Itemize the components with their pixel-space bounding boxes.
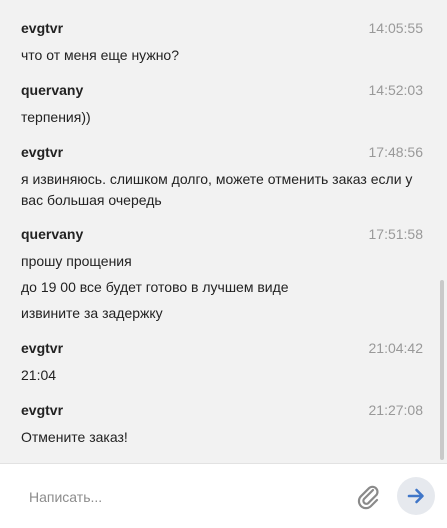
message-text: до 19 00 все будет готово в лучшем виде: [21, 279, 289, 295]
message-author: evgtvr: [21, 340, 64, 356]
message-author: evgtvr: [21, 20, 64, 36]
message-text: 21:04: [21, 367, 57, 383]
message-input[interactable]: [27, 486, 331, 508]
message-text: что от меня еще нужно?: [21, 47, 179, 63]
arrow-right-icon: [407, 488, 424, 504]
message-time: 17:51:58: [368, 226, 424, 242]
message-time: 14:05:55: [368, 20, 424, 36]
message-time: 21:27:08: [368, 402, 424, 418]
message: quervany 14:52:03 терпения)): [21, 81, 426, 127]
message-author: quervany: [21, 226, 84, 242]
message: evgtvr 14:05:55 что от меня еще нужно?: [21, 19, 426, 65]
message: quervany 17:51:58 прошу прощения до 19 0…: [21, 225, 426, 323]
paperclip-icon[interactable]: [354, 482, 382, 510]
message-author: evgtvr: [21, 402, 64, 418]
message-time: 14:52:03: [368, 82, 424, 98]
message-time: 17:48:56: [368, 144, 424, 160]
message-text: я извиняюсь. слишком долго, можете отмен…: [21, 171, 413, 208]
message: evgtvr 21:27:08 Отмените заказ!: [21, 401, 426, 447]
message: evgtvr 21:04:42 21:04: [21, 339, 426, 385]
message-author: quervany: [21, 82, 84, 98]
message-text: Отмените заказ!: [21, 429, 128, 445]
message-text: извините за задержку: [21, 305, 163, 321]
message-author: evgtvr: [21, 144, 64, 160]
scrollbar[interactable]: [440, 280, 444, 460]
message-text: терпения)): [21, 109, 91, 125]
message-time: 21:04:42: [368, 340, 424, 356]
message-composer: [0, 463, 447, 528]
message: evgtvr 17:48:56 я извиняюсь. слишком дол…: [21, 143, 426, 211]
message-list[interactable]: evgtvr 14:05:55 что от меня еще нужно? q…: [0, 0, 447, 463]
message-text: прошу прощения: [21, 253, 132, 269]
send-button[interactable]: [397, 477, 435, 515]
